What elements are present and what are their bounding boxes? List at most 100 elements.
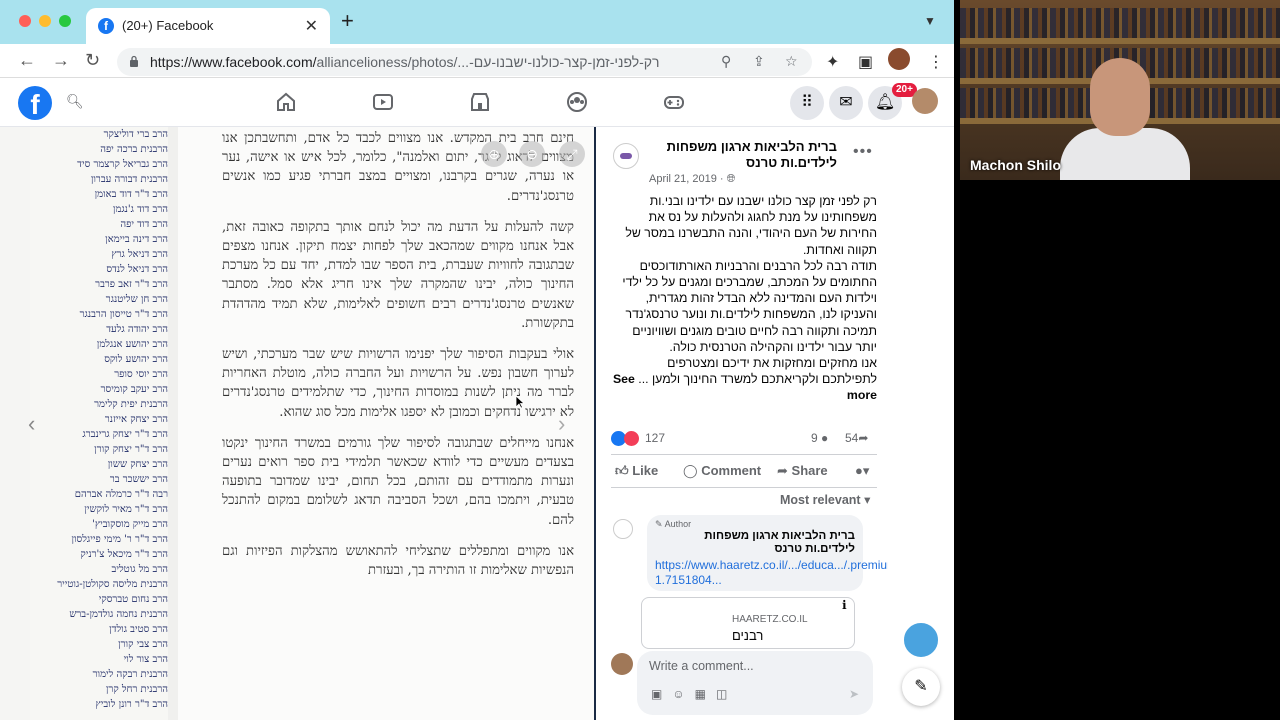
signatory-name: הרב ד"ר ר' מימי פייגלסון xyxy=(71,534,168,545)
chrome-menu-icon[interactable]: ⋮ xyxy=(928,52,944,72)
page-name[interactable]: ברית הלביאות ארגון משפחות לילדים.ות טרנס xyxy=(647,139,837,171)
signatory-name: הרב יהושע אנגלמן xyxy=(96,339,168,350)
new-message-icon[interactable]: ✎ xyxy=(902,668,940,706)
url-host: https://www.facebook.com/ xyxy=(150,54,317,70)
extensions-icon[interactable]: ✦ xyxy=(826,52,839,72)
signatory-name: הרב ד"ר דוד באומן xyxy=(94,189,168,200)
watch-video-icon[interactable] xyxy=(372,91,394,113)
post-options-icon[interactable]: ••• xyxy=(853,143,873,161)
signatory-name: הרב מייק מוסקוביץ' xyxy=(92,519,168,530)
profile-avatar[interactable] xyxy=(888,48,910,70)
minimize-window-button[interactable] xyxy=(39,15,51,27)
previous-photo-icon[interactable]: ‹ xyxy=(28,411,35,437)
signatory-name: הרב יעקב קומיסר xyxy=(100,384,168,395)
signatory-name: הרב יהושע לוקס xyxy=(104,354,168,365)
tab-search-chevron-icon[interactable]: ▼ xyxy=(924,14,936,28)
new-tab-icon[interactable]: + xyxy=(341,10,354,32)
home-icon[interactable] xyxy=(275,91,297,113)
maximize-window-button[interactable] xyxy=(59,15,71,27)
side-panel-icon[interactable]: ▣ xyxy=(858,52,873,72)
gaming-icon[interactable] xyxy=(663,91,685,113)
reaction-summary[interactable]: 127 9 ● 54➦ xyxy=(611,429,877,449)
chevron-down-icon: ▾ xyxy=(862,463,870,478)
post-body-text: רק לפני זמן קצר כולנו ישבנו עם ילדינו וב… xyxy=(622,194,877,387)
back-arrow-icon[interactable]: ← xyxy=(18,50,36,70)
comment-sort-selector[interactable]: Most relevant ▾ xyxy=(780,492,870,507)
url-path: alliancelioness/photos/...-רק-לפני-זמן-ק… xyxy=(316,54,660,70)
zoom-icon[interactable]: ⚲ xyxy=(721,53,731,70)
signatory-name: הרב צבי קורן xyxy=(118,639,168,650)
zoom-out-icon[interactable]: ⊖ xyxy=(519,141,545,167)
browser-toolbar: ← → ↻ https://www.facebook.com/alliancel… xyxy=(0,44,954,78)
marketplace-icon[interactable] xyxy=(469,91,491,113)
comment-button[interactable]: ◯ Comment xyxy=(683,463,761,479)
signatory-name: הרבנית רחל קרן xyxy=(105,684,168,695)
link-preview-card[interactable]: HAARETZ.CO.IL רבנים ℹ xyxy=(641,597,855,649)
messenger-icon[interactable]: ✉ xyxy=(829,86,863,120)
menu-grid-icon[interactable]: ⠿ xyxy=(790,86,824,120)
forward-arrow-icon[interactable]: → xyxy=(52,50,70,70)
screen: f (20+) Facebook ✕ + ▼ ← → ↻ https://www… xyxy=(0,0,1280,720)
photo-icon[interactable]: ▣ xyxy=(651,687,672,701)
write-comment-placeholder: Write a comment... xyxy=(649,659,754,673)
signatory-name: הרב יצחק אייזנר xyxy=(104,414,168,425)
page-avatar[interactable] xyxy=(613,143,639,169)
bookmark-star-icon[interactable]: ☆ xyxy=(785,53,798,70)
account-avatar[interactable] xyxy=(912,88,938,114)
post-date-text: April 21, 2019 · xyxy=(649,173,727,185)
reload-icon[interactable]: ↻ xyxy=(85,50,100,70)
signatory-name: הרב יששכר בר xyxy=(109,474,168,485)
signatory-name: הרב גבריאל קרצמר סיד xyxy=(77,159,168,170)
next-photo-icon[interactable]: › xyxy=(558,411,565,437)
lock-icon xyxy=(130,55,138,67)
sort-label: Most relevant xyxy=(780,493,861,507)
comment-link[interactable]: https://www.haaretz.co.il/.../educa.../.… xyxy=(655,558,888,588)
emoji-icon[interactable]: ☺ xyxy=(672,687,694,701)
audience-selector[interactable]: ●▾ xyxy=(855,463,869,479)
public-globe-icon: 🌐︎ xyxy=(726,173,736,185)
letter-text: חינם חרב בית המקדש. אנו מצווים לכבד כל א… xyxy=(222,129,574,592)
like-label: Like xyxy=(632,463,659,478)
webcam-label: Machon Shilo xyxy=(970,157,1061,173)
sticker-icon[interactable]: ◫ xyxy=(716,687,737,701)
comment-bubble-icon: ● xyxy=(821,431,829,445)
divider xyxy=(611,454,877,455)
groups-icon[interactable] xyxy=(566,91,588,113)
tab-close-icon[interactable]: ✕ xyxy=(305,16,318,36)
viewer-divider xyxy=(594,127,596,720)
signatory-name: הרב דוד ג'נגמן xyxy=(112,204,168,215)
presenter-head xyxy=(1090,58,1150,136)
post-body: רק לפני זמן קצר כולנו ישבנו עם ילדינו וב… xyxy=(611,193,877,404)
share-page-icon[interactable]: ⇪ xyxy=(753,53,765,70)
comment-author-avatar[interactable] xyxy=(613,519,633,539)
signatory-name: הרב ד"ר רונן לוביץ xyxy=(95,699,169,710)
facebook-logo-icon[interactable]: f xyxy=(18,86,52,120)
bookshelf-row xyxy=(960,8,1280,38)
divider xyxy=(611,487,877,488)
signatory-name: הרבנית נחמה גולדמן-ברש xyxy=(69,609,168,620)
fullscreen-icon[interactable]: ⤢ xyxy=(559,141,585,167)
reaction-count: 127 xyxy=(645,431,666,445)
send-icon[interactable]: ➤ xyxy=(849,687,859,701)
gif-icon[interactable]: ▦ xyxy=(695,687,716,701)
search-icon[interactable]: 🔍︎ xyxy=(66,93,84,110)
comment-count[interactable]: 9 ● xyxy=(811,431,828,445)
letter-paragraph: אולי בעקבות הסיפור שלך יפנימו הרשויות שי… xyxy=(222,347,574,420)
signatory-name: הרב דניאל גרץ xyxy=(111,249,168,260)
info-icon[interactable]: ℹ xyxy=(842,598,847,612)
share-button[interactable]: ➦ Share xyxy=(777,463,828,479)
close-window-button[interactable] xyxy=(19,15,31,27)
zoom-in-icon[interactable]: ⊕ xyxy=(481,141,507,167)
address-bar[interactable]: https://www.facebook.com/alliancelioness… xyxy=(117,48,812,76)
browser-tab[interactable]: f (20+) Facebook ✕ xyxy=(86,8,330,44)
signatory-name: הרבנית מליסה סקולטן-גוטייר xyxy=(57,579,168,590)
letter-paragraph: אנו מקווים ומתפללים שתצליחי להתאושש מהצל… xyxy=(222,543,574,579)
chat-contact-avatar[interactable] xyxy=(902,621,940,659)
comment-author-name[interactable]: ברית הלביאות ארגון משפחות לילדים.ות טרנס xyxy=(655,530,855,556)
share-count[interactable]: 54➦ xyxy=(845,431,868,445)
write-comment-box[interactable]: Write a comment... ▣☺▦◫ ➤ xyxy=(637,651,873,715)
post-date[interactable]: April 21, 2019 · 🌐︎ xyxy=(649,173,735,186)
like-button[interactable]: 👍︎ Like xyxy=(615,463,658,479)
author-tag-label: Author xyxy=(664,519,692,529)
signatory-name: הרב נחום טברסקי xyxy=(98,594,168,605)
